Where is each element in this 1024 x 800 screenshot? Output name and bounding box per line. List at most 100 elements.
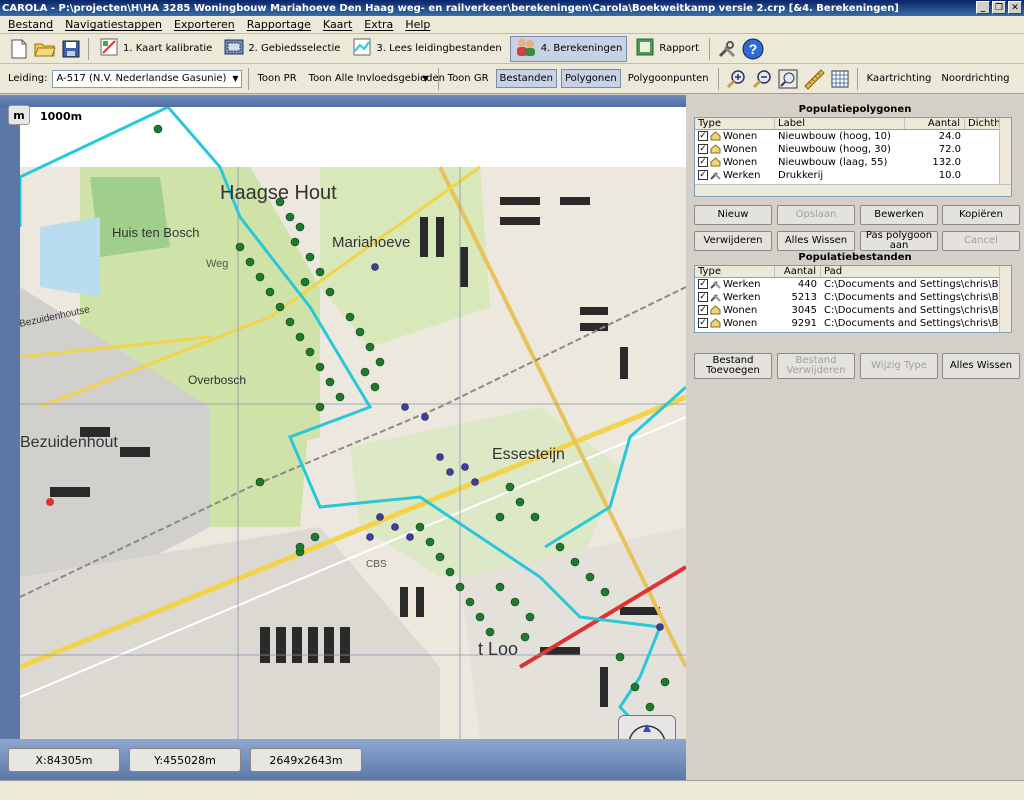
vertical-scrollbar[interactable] [999,266,1011,332]
menu-help[interactable]: Help [405,18,430,31]
minimize-button[interactable]: _ [976,1,990,14]
bestand-verwijderen-button[interactable]: Bestand Verwijderen [777,353,855,379]
table-row[interactable]: ✓ Werken 5213 C:\Documents and Settings\c… [695,291,1011,304]
open-folder-icon[interactable] [34,38,56,60]
kaart-kalibratie-label: 1. Kaart kalibratie [123,43,213,54]
lees-leidingbestanden-button[interactable]: 3. Lees leidingbestanden [348,36,505,62]
column-header[interactable]: Aantal [905,118,965,129]
house-icon [710,144,721,154]
people-icon [515,37,537,60]
svg-text:?: ? [749,41,758,57]
menu-exporteren[interactable]: Exporteren [174,18,235,31]
help-icon[interactable]: ? [742,38,764,60]
row-label: Nieuwbouw (hoog, 10) [778,131,891,142]
bestanden-toggle[interactable]: Bestanden [495,69,557,88]
cancel-button[interactable]: Cancel [942,231,1020,251]
map-extent: 2649x2643m [250,748,362,772]
maximize-button[interactable]: ❐ [992,1,1006,14]
window-controls: _ ❐ ✕ [976,1,1022,14]
map-canvas[interactable]: Haagse Hout Mariahoeve Huis ten Bosch Be… [18,105,686,741]
gebiedsselectie-button[interactable]: 2. Gebiedsselectie [220,36,344,62]
leiding-select[interactable]: A-517 (N.V. Nederlandse Gasunie) ▼ [51,69,242,88]
row-label: Drukkerij [778,170,824,181]
menu-rapportage[interactable]: Rapportage [247,18,311,31]
menu-bar: Bestand Navigatiestappen Exporteren Rapp… [0,16,1024,34]
polygonen-toggle[interactable]: Polygonen [560,69,621,88]
tools-icon[interactable] [716,38,738,60]
map-label-mariahoeve: Mariahoeve [332,234,410,251]
row-aantal: 5213 [791,292,817,303]
zoom-in-icon[interactable] [725,68,747,90]
berekeningen-button[interactable]: 4. Berekeningen [509,35,628,62]
nieuw-button[interactable]: Nieuw [694,205,772,225]
table-row[interactable]: ✓ Wonen 3045 C:\Documents and Settings\ch… [695,304,1011,317]
bestand-toevoegen-button[interactable]: Bestand Toevoegen [694,353,772,379]
column-header[interactable]: Dichth [965,118,1001,129]
wijzig-type-button[interactable]: Wijzig Type [860,353,938,379]
row-checkbox[interactable]: ✓ [698,170,708,180]
rapport-label: Rapport [659,43,700,54]
column-header[interactable]: Aantal [775,266,821,277]
toon-pr-button[interactable]: Toon PR [255,70,300,87]
kaart-kalibratie-button[interactable]: 1. Kaart kalibratie [95,36,216,62]
scale-unit-button[interactable]: m [8,105,30,125]
table-row[interactable]: ✓ Wonen 9291 C:\Documents and Settings\ch… [695,317,1011,330]
table-row[interactable]: ✓ Wonen Nieuwbouw (laag, 55) 132.0 [695,156,1011,169]
opslaan-button[interactable]: Opslaan [777,205,855,225]
menu-extra[interactable]: Extra [364,18,393,31]
tools-icon [710,292,721,302]
menu-navigatiestappen[interactable]: Navigatiestappen [65,18,162,31]
column-header[interactable]: Pad [821,266,1001,277]
column-header[interactable]: Type [695,118,775,129]
verwijderen-button[interactable]: Verwijderen [694,231,772,251]
toon-gr-button[interactable]: Toon GR [445,70,492,87]
ruler-icon[interactable] [803,68,825,90]
polygoonpunten-toggle[interactable]: Polygoonpunten [625,70,712,87]
table-row[interactable]: ✓ Wonen Nieuwbouw (hoog, 10) 24.0 [695,130,1011,143]
tools-icon [710,170,721,180]
rapport-button[interactable]: Rapport [631,36,703,62]
row-checkbox[interactable]: ✓ [698,292,708,302]
house-icon [710,157,721,167]
noordrichting-button[interactable]: Noordrichting [938,70,1012,87]
zoom-out-icon[interactable] [751,68,773,90]
area-select-icon [224,37,244,60]
row-checkbox[interactable]: ✓ [698,144,708,154]
map-drawing: Haagse Hout Mariahoeve Huis ten Bosch Be… [18,105,686,741]
row-aantal: 9291 [791,318,817,329]
grid-icon[interactable] [829,68,851,90]
row-aantal: 24.0 [938,131,961,142]
row-checkbox[interactable]: ✓ [698,305,708,315]
zoom-extent-icon[interactable] [777,68,799,90]
column-header[interactable]: Label [775,118,905,129]
table-row[interactable]: ✓ Wonen Nieuwbouw (hoog, 30) 72.0 [695,143,1011,156]
table-row[interactable]: ✓ Werken 440 C:\Documents and Settings\ch… [695,278,1011,291]
bewerken-button[interactable]: Bewerken [860,205,938,225]
main-toolbar: 1. Kaart kalibratie 2. Gebiedsselectie 3… [0,34,1024,64]
column-header[interactable]: Type [695,266,775,277]
invloedsgebieden-select[interactable]: Toon Alle Invloedsgebieden ▼ [303,69,445,88]
menu-kaart[interactable]: Kaart [323,18,352,31]
row-checkbox[interactable]: ✓ [698,157,708,167]
row-checkbox[interactable]: ✓ [698,318,708,328]
close-button[interactable]: ✕ [1008,1,1022,14]
map-label-essesteijn: Essesteijn [492,446,565,463]
horizontal-scrollbar[interactable] [695,184,1011,196]
alles-wissen-button[interactable]: Alles Wissen [777,231,855,251]
pas-polygoon-aan-button[interactable]: Pas polygoon aan [860,231,938,251]
map-label-bezuidenhout: Bezuidenhout [20,434,118,451]
save-icon[interactable] [60,38,82,60]
row-checkbox[interactable]: ✓ [698,131,708,141]
map-label-t-loo: t Loo [478,639,518,659]
table-row[interactable]: ✓ Werken Drukkerij 10.0 [695,169,1011,182]
kaartrichting-button[interactable]: Kaartrichting [864,70,935,87]
gebiedsselectie-label: 2. Gebiedsselectie [248,43,341,54]
bestanden-alles-wissen-button[interactable]: Alles Wissen [942,353,1020,379]
vertical-scrollbar[interactable] [999,118,1011,186]
toolbar-separator [856,67,858,90]
new-file-icon[interactable] [8,38,30,60]
report-icon [635,37,655,60]
kopieren-button[interactable]: Kopiëren [942,205,1020,225]
row-checkbox[interactable]: ✓ [698,279,708,289]
menu-bestand[interactable]: Bestand [8,18,53,31]
